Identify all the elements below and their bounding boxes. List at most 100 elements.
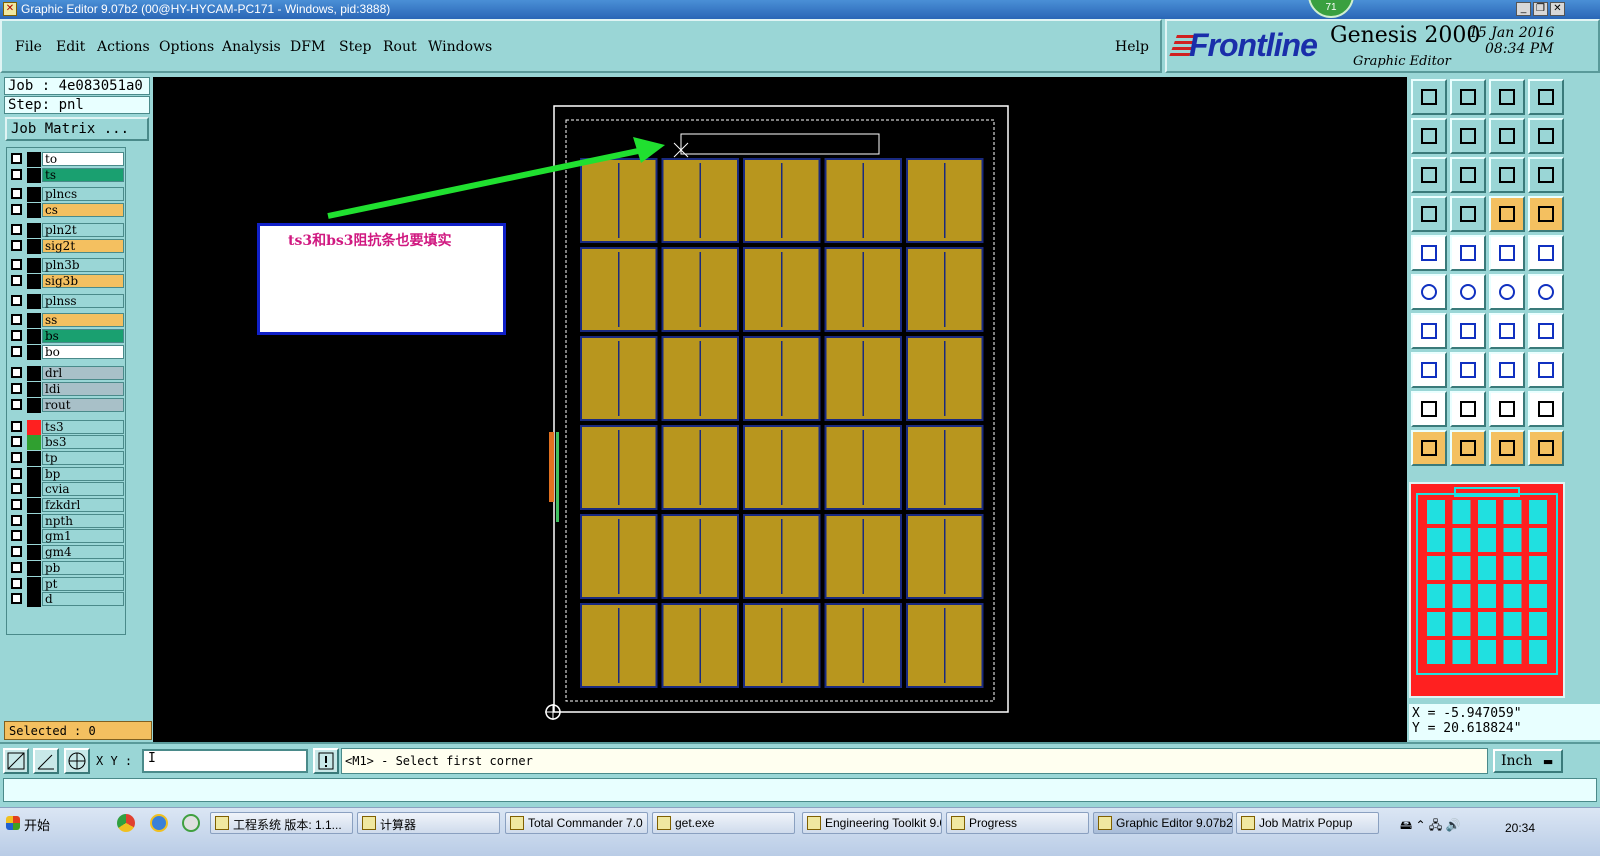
layer-row[interactable]: plnss: [9, 293, 125, 309]
taskbar-task[interactable]: Engineering Toolkit 9.0...: [802, 812, 942, 834]
layer-checkbox[interactable]: [11, 188, 22, 200]
select-circle-button[interactable]: [1489, 430, 1525, 466]
home-view-button[interactable]: [1411, 79, 1447, 115]
grid-mode-button[interactable]: [64, 748, 90, 774]
help-question-button[interactable]: [1528, 157, 1564, 193]
mirror-button[interactable]: [1528, 313, 1564, 349]
layer-checkbox[interactable]: [11, 561, 22, 573]
pointer-button[interactable]: [1411, 430, 1447, 466]
notification-badge[interactable]: 71: [1308, 0, 1354, 18]
menu-edit[interactable]: Edit: [56, 39, 85, 55]
layer-checkbox[interactable]: [11, 530, 22, 542]
taskbar-task[interactable]: Graphic Editor 9.07b2 ...: [1093, 812, 1233, 834]
layer-row[interactable]: tp: [9, 450, 125, 466]
menu-analysis[interactable]: Analysis: [222, 39, 281, 55]
menu-rout[interactable]: Rout: [383, 39, 417, 55]
angle-mode-button[interactable]: [33, 748, 59, 774]
layer-checkbox[interactable]: [11, 499, 22, 510]
taskbar-task[interactable]: Progress: [946, 812, 1089, 834]
layer-checkbox[interactable]: [11, 451, 22, 463]
layer-row[interactable]: ts: [9, 167, 125, 183]
layer-row[interactable]: cs: [9, 203, 125, 219]
pan-left-button[interactable]: [1411, 118, 1447, 154]
grid-button[interactable]: [1450, 196, 1486, 232]
minus-button[interactable]: [1450, 352, 1486, 388]
layer-row[interactable]: to: [9, 152, 125, 167]
layer-checkbox[interactable]: [11, 204, 22, 216]
layer-row[interactable]: sig2t: [9, 238, 125, 254]
layer-row[interactable]: bo: [9, 344, 125, 360]
select-pad-button[interactable]: [1411, 235, 1447, 271]
layer-row[interactable]: pb: [9, 560, 125, 576]
triangle-button[interactable]: [1411, 391, 1447, 427]
layer-row[interactable]: gm4: [9, 545, 125, 561]
layer-row[interactable]: pln2t: [9, 222, 125, 238]
layer-row[interactable]: ldi: [9, 382, 125, 398]
menu-windows[interactable]: Windows: [428, 39, 492, 55]
layer-row[interactable]: fzkdrl: [9, 498, 125, 513]
overview-map[interactable]: [1409, 482, 1565, 698]
layer-checkbox[interactable]: [11, 239, 22, 251]
line-button[interactable]: [1450, 313, 1486, 349]
layer-checkbox[interactable]: [11, 223, 22, 235]
units-selector[interactable]: Inch ▬: [1493, 749, 1563, 773]
minimize-button[interactable]: _: [1516, 2, 1531, 16]
layer-row[interactable]: plncs: [9, 187, 125, 203]
layer-checkbox[interactable]: [11, 330, 22, 341]
layer-row[interactable]: gm1: [9, 529, 125, 545]
layer-checkbox[interactable]: [11, 577, 22, 589]
angle-button[interactable]: [1411, 313, 1447, 349]
taskbar-task[interactable]: Job Matrix Popup: [1236, 812, 1379, 834]
layer-row[interactable]: pt: [9, 576, 125, 592]
undo-view-button[interactable]: [1489, 118, 1525, 154]
arch-button[interactable]: [1489, 391, 1525, 427]
menu-help[interactable]: Help: [1115, 39, 1149, 55]
layer-checkbox[interactable]: [11, 153, 22, 164]
menu-file[interactable]: File: [15, 39, 42, 55]
layer-row[interactable]: bs3: [9, 435, 125, 451]
delete-x-button[interactable]: [1450, 274, 1486, 310]
layer-checkbox[interactable]: [11, 314, 22, 326]
layer-row[interactable]: bp: [9, 466, 125, 482]
layer-row[interactable]: drl: [9, 366, 125, 382]
layer-row[interactable]: ss: [9, 313, 125, 329]
start-button[interactable]: 开始: [2, 811, 52, 835]
layer-checkbox[interactable]: [11, 367, 22, 379]
select-pointer-button[interactable]: [1450, 430, 1486, 466]
layer-row[interactable]: npth: [9, 513, 125, 529]
menu-actions[interactable]: Actions: [97, 39, 150, 55]
layer-row[interactable]: ts3: [9, 419, 125, 435]
layer-checkbox[interactable]: [11, 546, 22, 558]
layer-row[interactable]: cvia: [9, 482, 125, 498]
layer-toggle-button[interactable]: [1489, 196, 1525, 232]
save-view-button[interactable]: [1450, 79, 1486, 115]
arrow-up-button[interactable]: [1450, 391, 1486, 427]
ruler-button[interactable]: [1489, 235, 1525, 271]
layer-checkbox[interactable]: [11, 383, 22, 395]
arch-2-button[interactable]: [1528, 391, 1564, 427]
house-button[interactable]: [1489, 79, 1525, 115]
zoom-center-button[interactable]: [1450, 157, 1486, 193]
scale-1-2-button[interactable]: [1489, 157, 1525, 193]
zoom-fit-button[interactable]: [1411, 157, 1447, 193]
snap-mode-button[interactable]: [3, 748, 29, 774]
route-button[interactable]: [1528, 430, 1564, 466]
job-matrix-button[interactable]: Job Matrix ...: [5, 117, 149, 141]
layer-row[interactable]: sig3b: [9, 273, 125, 289]
layer-checkbox[interactable]: [11, 345, 22, 357]
layer-row[interactable]: d: [9, 592, 125, 608]
layer-checkbox[interactable]: [11, 420, 22, 432]
layer-checkbox[interactable]: [11, 168, 22, 180]
connect-button[interactable]: [1411, 274, 1447, 310]
layer-toggle-2-button[interactable]: [1528, 196, 1564, 232]
layer-checkbox[interactable]: [11, 294, 22, 306]
redraw-button[interactable]: [1528, 118, 1564, 154]
layer-checkbox[interactable]: [11, 274, 22, 286]
taskbar-task[interactable]: get.exe: [652, 812, 795, 834]
layer-row[interactable]: rout: [9, 397, 125, 413]
restore-button[interactable]: ❐: [1533, 2, 1548, 16]
close-button[interactable]: ✕: [1550, 2, 1565, 16]
xy-input[interactable]: I: [142, 749, 308, 773]
split-view-button[interactable]: [1528, 79, 1564, 115]
chrome-icon[interactable]: [117, 814, 135, 832]
